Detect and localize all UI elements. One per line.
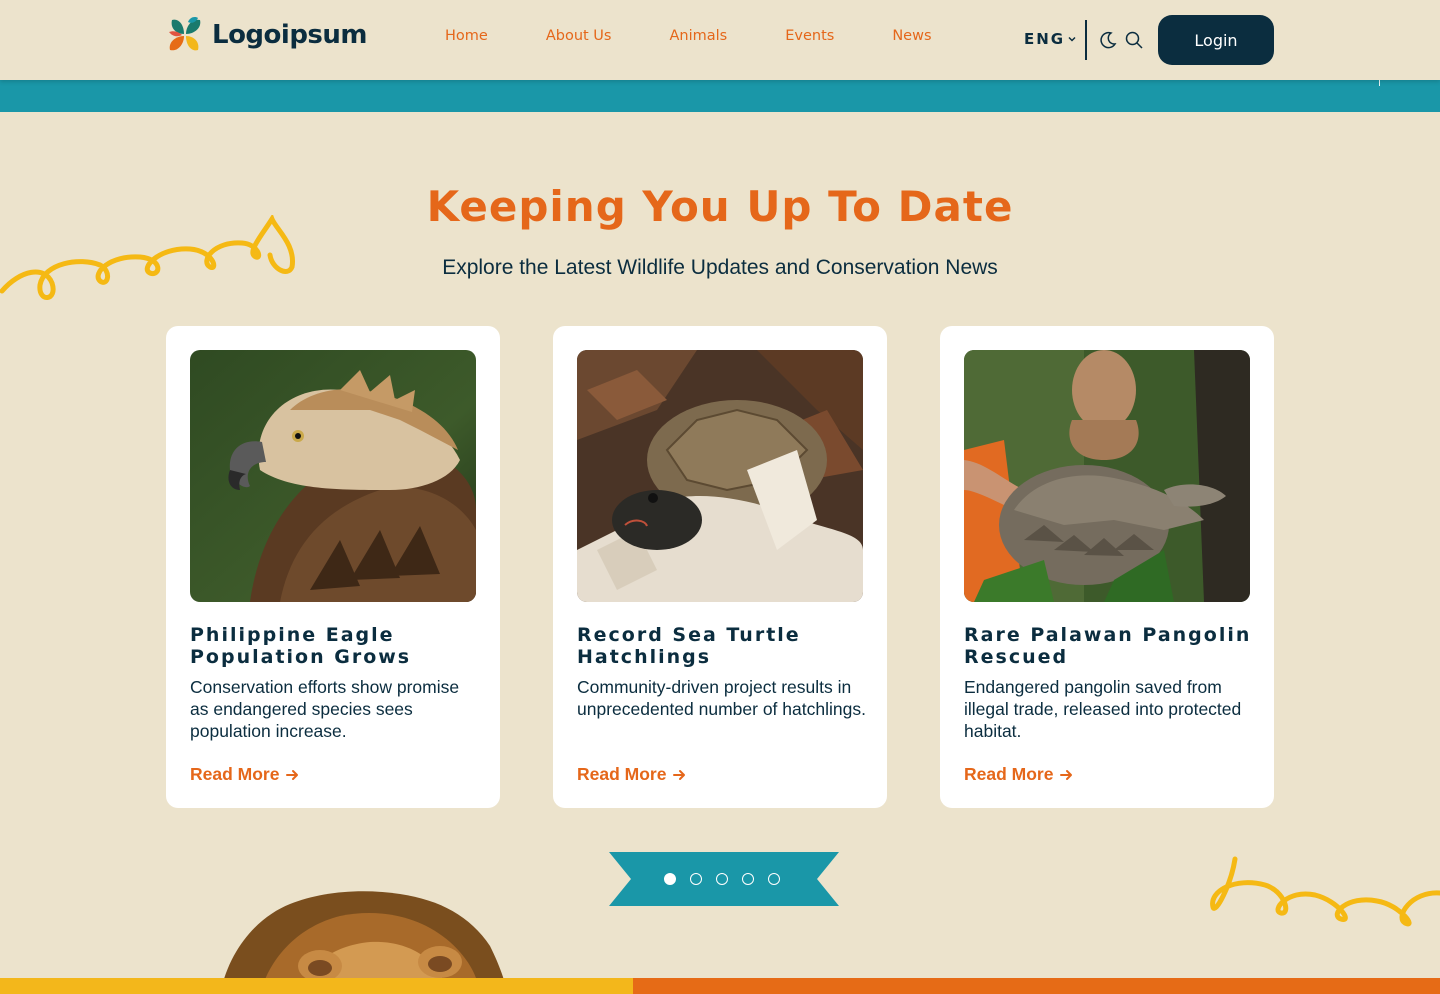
card-description: Community-driven project results in unpr… bbox=[577, 677, 866, 719]
arrow-right-icon bbox=[673, 769, 686, 780]
card-title[interactable]: Rare Palawan Pangolin Rescued bbox=[964, 624, 1254, 668]
nav-home[interactable]: Home bbox=[416, 28, 517, 44]
footer-band-yellow bbox=[0, 978, 633, 994]
nav-events[interactable]: Events bbox=[756, 28, 863, 44]
card-title[interactable]: Record Sea Turtle Hatchlings bbox=[577, 624, 867, 668]
logo[interactable]: Logoipsum bbox=[166, 14, 368, 56]
turtle-photo[interactable] bbox=[577, 350, 863, 602]
logo-mark-icon bbox=[169, 17, 201, 51]
read-more-label: Read More bbox=[964, 764, 1054, 784]
read-more-link[interactable]: Read More bbox=[964, 764, 1073, 785]
footer-band-orange bbox=[633, 978, 1440, 994]
site-header: Logoipsum Home About Us Animals Events N… bbox=[0, 0, 1440, 80]
language-label: ENG bbox=[1024, 30, 1066, 48]
card-description: Endangered pangolin saved from illegal t… bbox=[964, 677, 1242, 741]
carousel-dot-5[interactable] bbox=[768, 873, 780, 885]
strip-marker bbox=[1379, 80, 1380, 86]
arrow-right-icon bbox=[1060, 769, 1073, 780]
read-more-link[interactable]: Read More bbox=[577, 764, 686, 785]
carousel-dot-3[interactable] bbox=[716, 873, 728, 885]
nav-news[interactable]: News bbox=[863, 28, 960, 44]
main-nav: Home About Us Animals Events News bbox=[416, 28, 961, 44]
news-card: Rare Palawan Pangolin Rescued Endangered… bbox=[940, 326, 1274, 808]
logo-text: Logoipsum bbox=[212, 20, 368, 50]
language-selector[interactable]: ENG bbox=[1024, 30, 1077, 48]
section-title: Keeping You Up To Date bbox=[426, 182, 1014, 231]
carousel-dot-2[interactable] bbox=[690, 873, 702, 885]
header-divider bbox=[1085, 20, 1087, 60]
news-card: Record Sea Turtle Hatchlings Community-d… bbox=[553, 326, 887, 808]
read-more-label: Read More bbox=[190, 764, 280, 784]
arrow-right-icon bbox=[286, 769, 299, 780]
search-icon[interactable] bbox=[1124, 30, 1144, 50]
news-card: Philippine Eagle Population Grows Conser… bbox=[166, 326, 500, 808]
nav-animals[interactable]: Animals bbox=[640, 28, 756, 44]
teal-banner-strip bbox=[0, 80, 1440, 112]
carousel-dot-1[interactable] bbox=[664, 873, 676, 885]
carousel-dots bbox=[664, 873, 780, 885]
nav-about-us[interactable]: About Us bbox=[517, 28, 641, 44]
read-more-label: Read More bbox=[577, 764, 667, 784]
card-title[interactable]: Philippine Eagle Population Grows bbox=[190, 624, 480, 668]
login-button[interactable]: Login bbox=[1158, 15, 1274, 65]
section-subtitle: Explore the Latest Wildlife Updates and … bbox=[442, 256, 998, 279]
read-more-link[interactable]: Read More bbox=[190, 764, 299, 785]
squiggle-decoration-right bbox=[1210, 856, 1440, 927]
carousel-dot-4[interactable] bbox=[742, 873, 754, 885]
moon-icon[interactable] bbox=[1098, 30, 1118, 50]
eagle-photo[interactable] bbox=[190, 350, 476, 602]
card-description: Conservation efforts show promise as end… bbox=[190, 677, 460, 741]
chevron-down-icon bbox=[1068, 36, 1076, 42]
pangolin-photo[interactable] bbox=[964, 350, 1250, 602]
